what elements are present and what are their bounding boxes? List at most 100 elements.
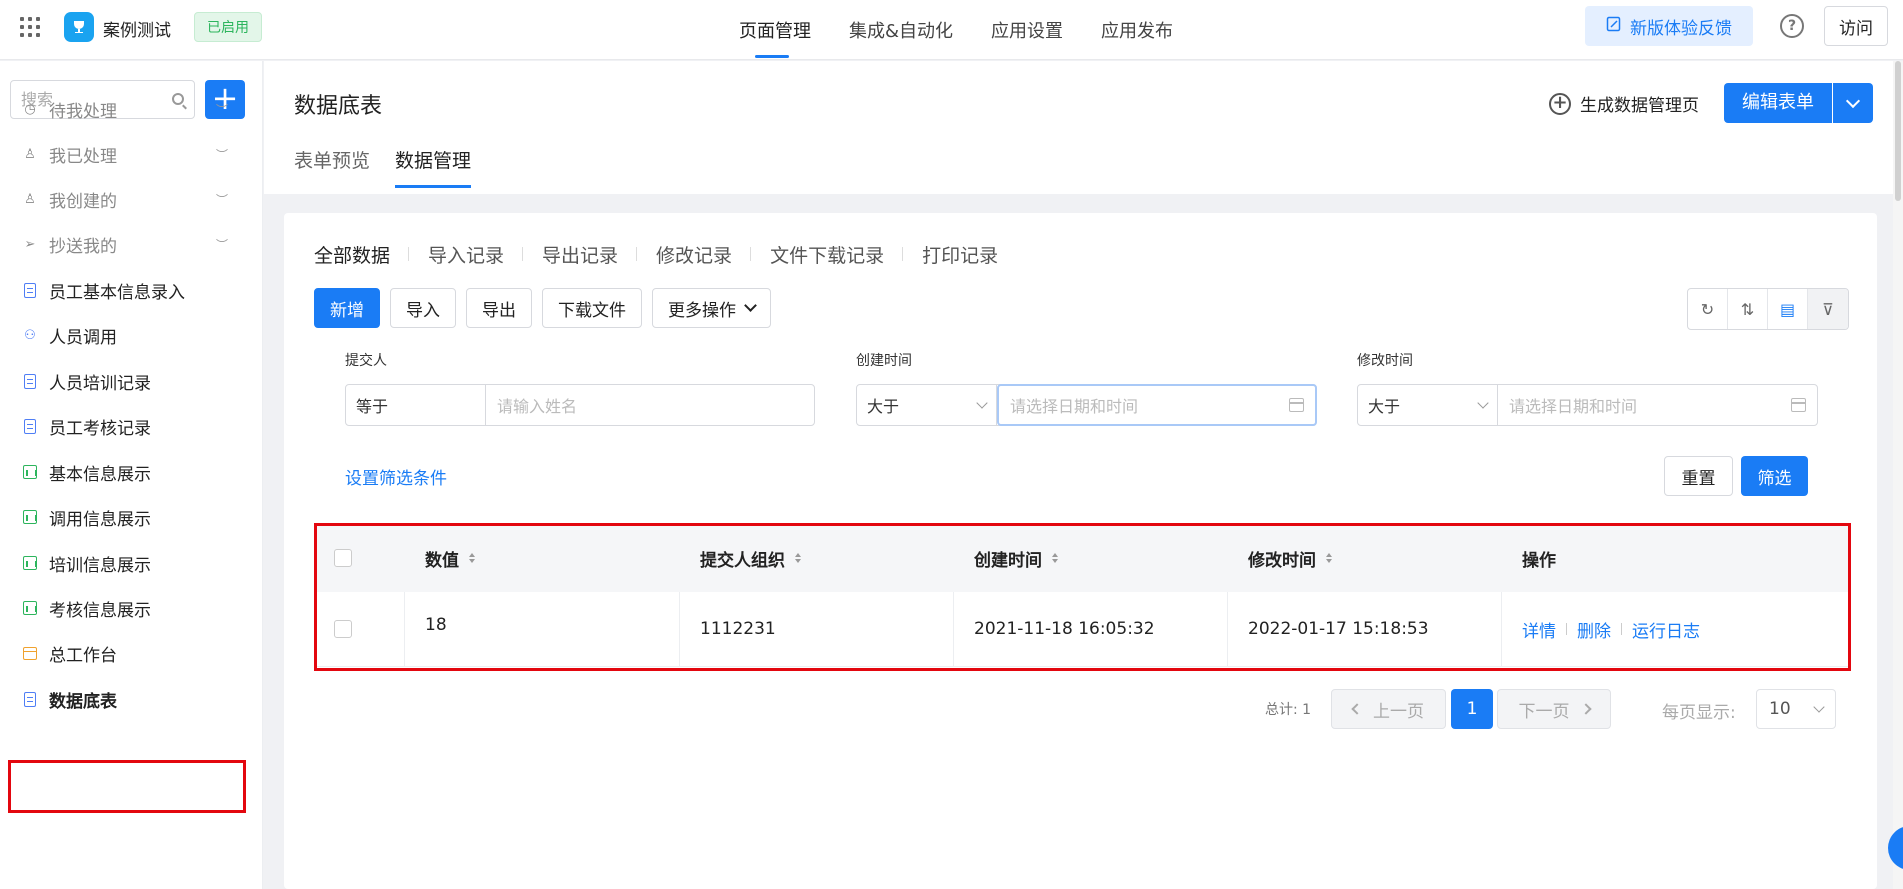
- generate-page-button[interactable]: + 生成数据管理页: [1549, 91, 1699, 116]
- chevron-down-icon: [1477, 396, 1489, 409]
- subtab-print-records[interactable]: 打印记录: [922, 241, 1017, 268]
- sidebar-item-pending[interactable]: ◷ 待我处理 ︶: [0, 87, 262, 131]
- page-title: 数据底表: [294, 94, 383, 119]
- sidebar-item-label: 待我处理: [49, 101, 117, 122]
- import-button[interactable]: 导入: [390, 288, 456, 328]
- sidebar-item-transfer-report[interactable]: 调用信息展示: [0, 495, 262, 539]
- download-files-button[interactable]: 下载文件: [542, 288, 642, 328]
- sort-icon[interactable]: ⇅: [1728, 289, 1768, 329]
- filter-icon[interactable]: ⊽: [1808, 289, 1848, 329]
- column-settings-icon[interactable]: ▤: [1768, 289, 1808, 329]
- sidebar-item-label: 我已处理: [49, 146, 117, 167]
- chevron-down-icon: [1813, 700, 1825, 713]
- sidebar-item-label: 考核信息展示: [49, 600, 151, 621]
- eye-closed-icon[interactable]: ︶: [216, 191, 228, 208]
- sidebar-item-employee-info[interactable]: 员工基本信息录入: [0, 268, 262, 312]
- status-badge: 已启用: [194, 12, 262, 42]
- subtab-all-data[interactable]: 全部数据: [314, 241, 410, 268]
- current-page[interactable]: 1: [1451, 689, 1493, 729]
- filter-created-time: 大于 请选择日期和时间: [856, 384, 1317, 426]
- main-header: 数据底表 表单预览 数据管理 + 生成数据管理页 编辑表单: [264, 61, 1903, 194]
- sidebar-item-data-table[interactable]: 数据底表: [0, 677, 262, 721]
- form-icon: [22, 418, 38, 434]
- nav-app-settings[interactable]: 应用设置: [972, 0, 1082, 58]
- nav-integration[interactable]: 集成&自动化: [830, 0, 972, 58]
- sidebar-item-assessment-report[interactable]: 考核信息展示: [0, 586, 262, 630]
- edit-form-button[interactable]: 编辑表单: [1724, 83, 1832, 123]
- scrollbar[interactable]: [1893, 61, 1903, 889]
- sidebar-item-training-report[interactable]: 培训信息展示: [0, 541, 262, 585]
- input-placeholder: 请输入姓名: [497, 397, 578, 416]
- report-icon: [22, 464, 38, 480]
- sidebar-item-label: 培训信息展示: [49, 555, 151, 576]
- modified-datetime-input[interactable]: 请选择日期和时间: [1498, 385, 1817, 425]
- submitter-name-input[interactable]: 请输入姓名: [486, 385, 814, 425]
- form-icon: [22, 373, 38, 389]
- floating-help-button[interactable]: [1888, 826, 1903, 870]
- app-name: 案例测试: [103, 21, 171, 41]
- sidebar-item-label: 员工考核记录: [49, 418, 151, 439]
- subtab-import-records[interactable]: 导入记录: [428, 241, 524, 268]
- scrollbar-thumb[interactable]: [1895, 61, 1901, 201]
- chevron-down-icon[interactable]: [1832, 83, 1873, 123]
- created-datetime-input[interactable]: 请选择日期和时间: [997, 384, 1317, 426]
- modified-operator-select[interactable]: 大于: [1358, 385, 1498, 425]
- report-icon: [22, 600, 38, 616]
- highlight-box-sidebar: [8, 760, 246, 813]
- more-actions-button[interactable]: 更多操作: [652, 288, 771, 328]
- next-label: 下一页: [1518, 701, 1570, 722]
- eye-closed-icon[interactable]: ︶: [216, 236, 228, 253]
- per-page-select[interactable]: 10: [1756, 689, 1836, 729]
- per-page-label: 每页显示:: [1662, 703, 1736, 723]
- form-icon: [22, 691, 38, 707]
- generate-page-label: 生成数据管理页: [1580, 96, 1699, 116]
- add-record-button[interactable]: 新增: [314, 288, 380, 328]
- sidebar-item-staff-transfer[interactable]: ⚇ 人员调用: [0, 313, 262, 357]
- chevron-left-icon: [1351, 703, 1363, 715]
- trophy-icon: [64, 12, 94, 42]
- apps-grid-icon[interactable]: [20, 17, 40, 37]
- tab-data-management[interactable]: 数据管理: [395, 146, 472, 188]
- tab-form-preview[interactable]: 表单预览: [294, 146, 370, 185]
- chevron-down-icon: [744, 299, 757, 312]
- sidebar-item-label: 员工基本信息录入: [49, 282, 185, 303]
- help-icon[interactable]: ?: [1780, 14, 1804, 38]
- eye-closed-icon[interactable]: ︶: [216, 101, 228, 118]
- subtab-download-records[interactable]: 文件下载记录: [770, 241, 904, 268]
- refresh-icon[interactable]: ↻: [1688, 289, 1728, 329]
- user-icon: ♙: [24, 191, 36, 207]
- eye-closed-icon[interactable]: ︶: [216, 146, 228, 163]
- set-filter-conditions-link[interactable]: 设置筛选条件: [345, 464, 447, 489]
- submitter-operator-select[interactable]: 等于: [346, 385, 486, 425]
- feedback-button[interactable]: 新版体验反馈: [1585, 6, 1753, 46]
- sidebar-item-cc[interactable]: ➢ 抄送我的 ︶: [0, 222, 262, 266]
- reset-button[interactable]: 重置: [1664, 456, 1733, 496]
- nav-page-management[interactable]: 页面管理: [720, 0, 830, 58]
- sidebar-item-dashboard[interactable]: 总工作台: [0, 631, 262, 675]
- prev-page-button[interactable]: 上一页: [1331, 689, 1446, 729]
- table-tools: ↻ ⇅ ▤ ⊽: [1687, 288, 1849, 330]
- sidebar-item-processed[interactable]: ♙ 我已处理 ︶: [0, 132, 262, 176]
- plus-circle-icon: +: [1549, 92, 1571, 115]
- nav-app-publish[interactable]: 应用发布: [1082, 0, 1192, 58]
- edit-form-button-group: 编辑表单: [1724, 83, 1873, 123]
- sidebar-item-training-record[interactable]: 人员培训记录: [0, 359, 262, 403]
- sidebar-item-basic-report[interactable]: 基本信息展示: [0, 450, 262, 494]
- visit-button[interactable]: 访问: [1824, 6, 1888, 46]
- created-operator-select[interactable]: 大于: [857, 385, 997, 425]
- sidebar-item-assessment-record[interactable]: 员工考核记录: [0, 404, 262, 448]
- chevron-down-icon: [976, 396, 988, 409]
- filter-button[interactable]: 筛选: [1741, 456, 1808, 496]
- total-count: 总计: 1: [1265, 702, 1312, 718]
- feedback-label: 新版体验反馈: [1630, 18, 1732, 39]
- org-icon: ⚇: [24, 327, 36, 343]
- sidebar-item-created[interactable]: ♙ 我创建的 ︶: [0, 177, 262, 221]
- filter-submitter: 等于 请输入姓名: [345, 384, 815, 426]
- input-placeholder: 请选择日期和时间: [1509, 397, 1638, 416]
- highlight-box-table: [314, 523, 1851, 671]
- subtab-edit-records[interactable]: 修改记录: [656, 241, 752, 268]
- export-button[interactable]: 导出: [466, 288, 532, 328]
- subtab-export-records[interactable]: 导出记录: [542, 241, 638, 268]
- operator-value: 等于: [356, 397, 389, 416]
- next-page-button[interactable]: 下一页: [1497, 689, 1611, 729]
